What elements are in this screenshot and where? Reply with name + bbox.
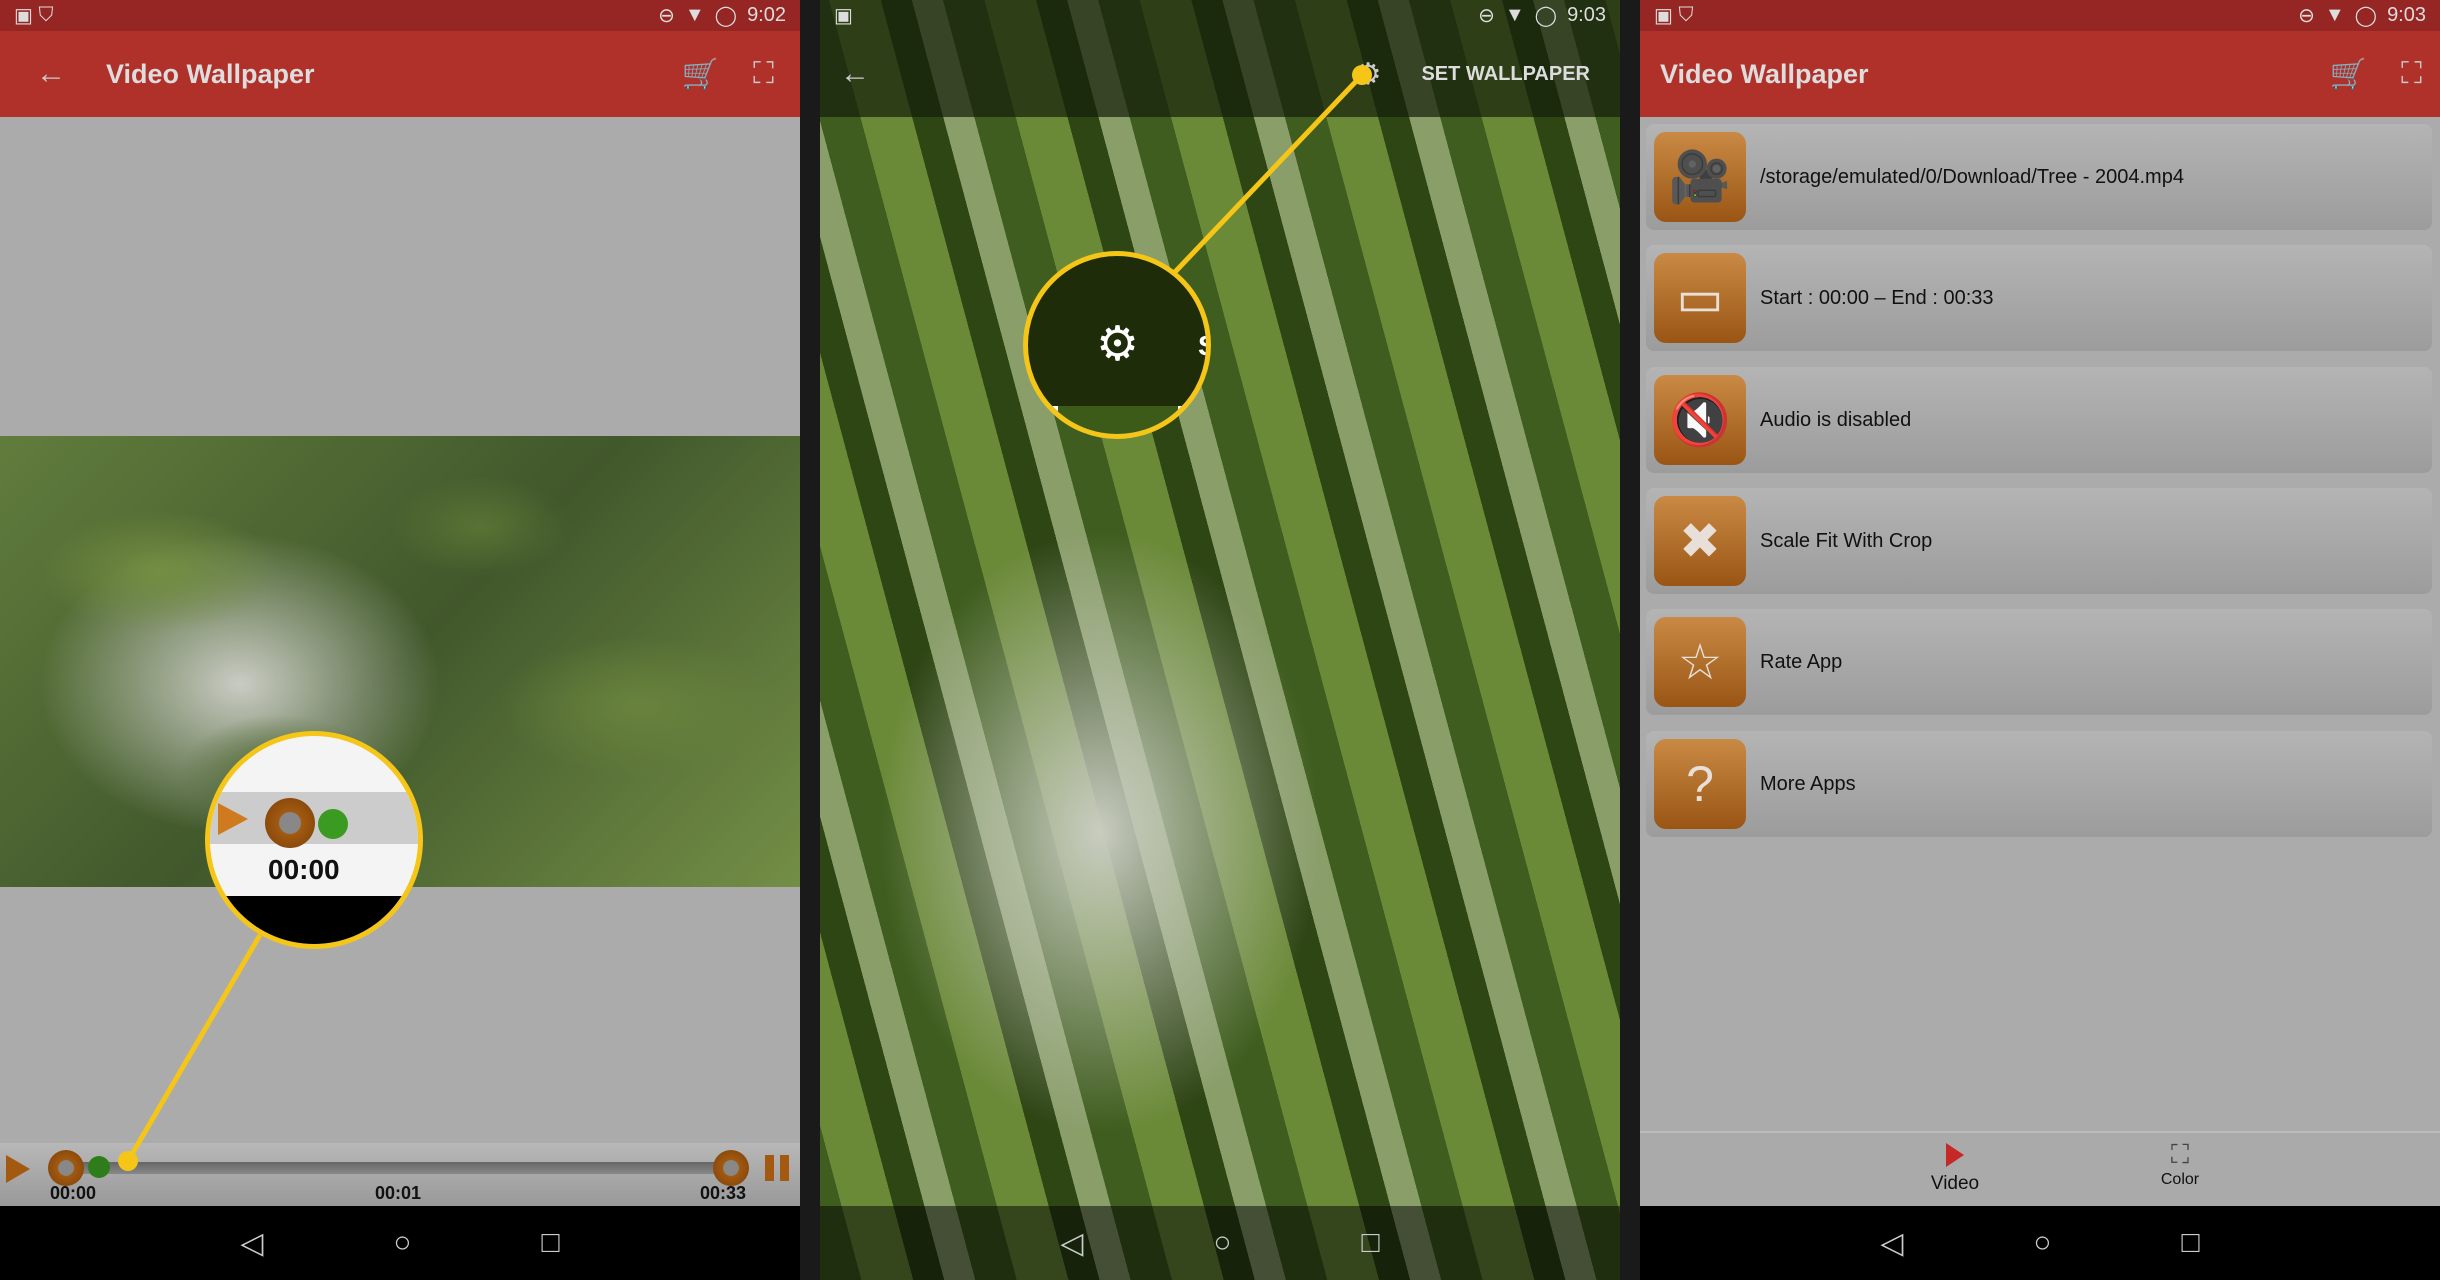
tab-label: Video xyxy=(1930,1173,1980,1194)
wallpaper-icon[interactable]: ⛶ xyxy=(2401,57,2422,91)
battery-icon: ◯ xyxy=(2354,5,2378,27)
shield-icon: ⛉ xyxy=(1678,4,1694,26)
list-item-audio[interactable]: 🔇 Audio is disabled xyxy=(1646,367,2432,473)
app-bar: Video Wallpaper 🛒 ⛶ xyxy=(1640,31,2440,117)
cart-icon[interactable]: 🛒 xyxy=(2330,57,2367,92)
list-item-rate-app[interactable]: ☆ Rate App xyxy=(1646,609,2432,715)
nav-back-icon[interactable]: ◁ xyxy=(1060,1226,1083,1261)
play-icon-zoomed xyxy=(218,803,248,835)
item-label: More Apps xyxy=(1760,772,1856,795)
question-icon: ? xyxy=(1654,739,1746,829)
callout-letter: S xyxy=(1198,330,1206,362)
item-label: Start : 00:00 – End : 00:33 xyxy=(1760,286,1994,309)
scale-icon: ✖ xyxy=(1654,496,1746,586)
nav-bar: ◁ ○ □ xyxy=(820,1206,1620,1280)
trim-icon: ▭ xyxy=(1654,253,1746,343)
zoom-callout-seekbar: 00:00 xyxy=(205,731,423,949)
status-time: 9:03 xyxy=(2387,4,2426,26)
star-icon: ☆ xyxy=(1654,617,1746,707)
callout-dot xyxy=(118,1151,138,1171)
callout-time: 00:00 xyxy=(268,854,340,885)
start-handle-zoomed xyxy=(265,798,315,848)
nav-home-icon[interactable]: ○ xyxy=(2033,1226,2051,1260)
page-title: Video Wallpaper xyxy=(1660,58,1869,89)
settings-gear-icon-zoomed: ⚙ xyxy=(1096,318,1140,371)
callout-line xyxy=(125,933,263,1163)
bottom-tabs: Video ⛶ Color xyxy=(1640,1131,2440,1206)
callout-dot xyxy=(1352,65,1372,85)
status-bar: ▣ ⛉ ⊖ ▼ ◯ 9:03 xyxy=(1640,0,2440,31)
tab-color[interactable]: ⛶ Color xyxy=(2130,1139,2230,1189)
item-label: Scale Fit With Crop xyxy=(1760,529,1933,552)
item-label: Audio is disabled xyxy=(1760,408,1912,431)
nav-recents-icon[interactable]: □ xyxy=(1362,1226,1380,1260)
play-icon xyxy=(1946,1143,1964,1167)
item-label: /storage/emulated/0/Download/Tree - 2004… xyxy=(1760,165,2184,188)
nav-home-icon[interactable]: ○ xyxy=(1213,1226,1231,1260)
video-camera-icon: 🎥 xyxy=(1654,132,1746,222)
tab-label: Color xyxy=(2160,1171,2200,1188)
zoom-callout-settings: ⚙ S xyxy=(1023,251,1211,439)
callout-line xyxy=(1173,73,1364,274)
tab-video[interactable]: Video xyxy=(1900,1143,2010,1195)
wallpaper-icon: ⛶ xyxy=(2170,1139,2190,1169)
list-item-video-file[interactable]: 🎥 /storage/emulated/0/Download/Tree - 200… xyxy=(1646,124,2432,230)
screen-preview: ▣ ⊖▼◯9:03 ← ⚙ SET WALLPAPER ⚙ S ◁○□ xyxy=(820,0,1620,1280)
dnd-icon: ⊖ xyxy=(2298,5,2315,27)
nav-back-icon[interactable]: ◁ xyxy=(1880,1226,1903,1261)
wifi-icon: ▼ xyxy=(2324,4,2345,26)
item-label: Rate App xyxy=(1760,650,1843,673)
nav-recents-icon[interactable]: □ xyxy=(2182,1226,2200,1260)
gallery-icon: ▣ xyxy=(1654,5,1673,27)
list-item-trim[interactable]: ▭ Start : 00:00 – End : 00:33 xyxy=(1646,245,2432,351)
nav-bar: ◁ ○ □ xyxy=(1640,1206,2440,1280)
list-item-scale[interactable]: ✖ Scale Fit With Crop xyxy=(1646,488,2432,594)
mute-icon: 🔇 xyxy=(1654,375,1746,465)
screen-editor: ▣ ⛉ ⊖ ▼ ◯ 9:02 ← Video Wallpaper 🛒 ⛶ 00:00 … xyxy=(0,0,800,1280)
list-item-more-apps[interactable]: ? More Apps xyxy=(1646,731,2432,837)
